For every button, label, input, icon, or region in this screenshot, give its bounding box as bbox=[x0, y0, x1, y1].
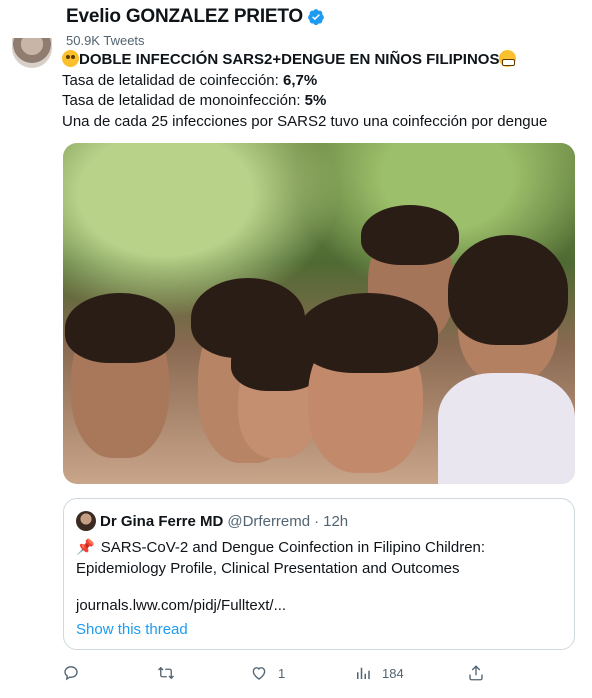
photo-child-hair bbox=[65, 293, 175, 363]
views-count: 184 bbox=[382, 665, 404, 681]
quoted-text-line-1: SARS-CoV-2 and Dengue Coinfection in Fil… bbox=[100, 539, 486, 556]
grimacing-face-icon bbox=[499, 50, 517, 67]
photo-child-hair bbox=[448, 235, 568, 345]
quoted-tweet-header: Dr Gina Ferre MD @Drferremd · 12h bbox=[76, 511, 348, 531]
quoted-author-handle: @Drferremd bbox=[227, 512, 311, 530]
quoted-author-avatar bbox=[76, 511, 96, 531]
quoted-tweet-text: 📌 SARS-CoV-2 and Dengue Coinfection in Fi… bbox=[76, 537, 546, 579]
photo-shirt bbox=[438, 373, 575, 484]
monoinfection-value: 5% bbox=[304, 92, 327, 109]
quoted-link[interactable]: journals.lww.com/pidj/Fulltext/... bbox=[76, 597, 286, 614]
profile-header: Evelio GONZALEZ PRIETO 50.9K Tweets bbox=[66, 4, 325, 48]
quoted-time: 12h bbox=[323, 512, 349, 530]
tweet-actions: 1 184 bbox=[62, 664, 492, 686]
flushed-face-icon bbox=[62, 50, 79, 67]
quoted-tweet[interactable]: Dr Gina Ferre MD @Drferremd · 12h 📌 SARS-… bbox=[63, 498, 575, 650]
author-name[interactable]: Evelio GONZALEZ PRIETO bbox=[66, 6, 303, 28]
tweet-line-1: Tasa de letalidad de coinfección: 6,7% bbox=[62, 71, 582, 92]
quoted-text-line-2: Epidemiology Profile, Clinical Presentat… bbox=[76, 560, 460, 577]
tweet-line-3: Una de cada 25 infecciones por SARS2 tuv… bbox=[62, 112, 548, 130]
like-count: 1 bbox=[278, 665, 286, 681]
views-button[interactable]: 184 bbox=[354, 664, 404, 682]
tweet-line-2: Tasa de letalidad de monoinfección: 5% bbox=[62, 91, 582, 112]
tweet-text: DOBLE INFECCIÓN SARS2+DENGUE EN NIÑOS FI… bbox=[62, 50, 582, 132]
show-thread-link[interactable]: Show this thread bbox=[76, 621, 188, 638]
photo-child-hair bbox=[361, 205, 459, 265]
heart-icon bbox=[252, 667, 266, 680]
reply-icon bbox=[64, 666, 78, 681]
photo-child-hair bbox=[298, 293, 438, 373]
retweet-button[interactable] bbox=[157, 664, 185, 682]
views-chart-icon bbox=[357, 667, 370, 679]
pushpin-icon: 📌 bbox=[76, 539, 95, 556]
monoinfection-label: Tasa de letalidad de monoinfección: bbox=[62, 92, 305, 109]
reply-button[interactable] bbox=[62, 664, 90, 682]
tweets-count: 50.9K Tweets bbox=[66, 33, 145, 48]
coinfection-label: Tasa de letalidad de coinfección: bbox=[62, 71, 283, 89]
quoted-separator: · bbox=[314, 512, 320, 530]
author-avatar[interactable] bbox=[12, 38, 52, 68]
tweet-headline: DOBLE INFECCIÓN SARS2+DENGUE EN NIÑOS FI… bbox=[79, 51, 500, 68]
retweet-icon bbox=[158, 666, 174, 680]
tweet-photo[interactable] bbox=[63, 143, 575, 484]
tweet-headline-line: DOBLE INFECCIÓN SARS2+DENGUE EN NIÑOS FI… bbox=[62, 50, 582, 71]
coinfection-value: 6,7% bbox=[282, 71, 318, 89]
like-button[interactable]: 1 bbox=[250, 664, 285, 682]
verified-badge-icon bbox=[308, 9, 324, 26]
share-button[interactable] bbox=[467, 664, 485, 682]
quoted-author-name: Dr Gina Ferre MD bbox=[100, 512, 224, 530]
share-icon bbox=[469, 665, 483, 681]
